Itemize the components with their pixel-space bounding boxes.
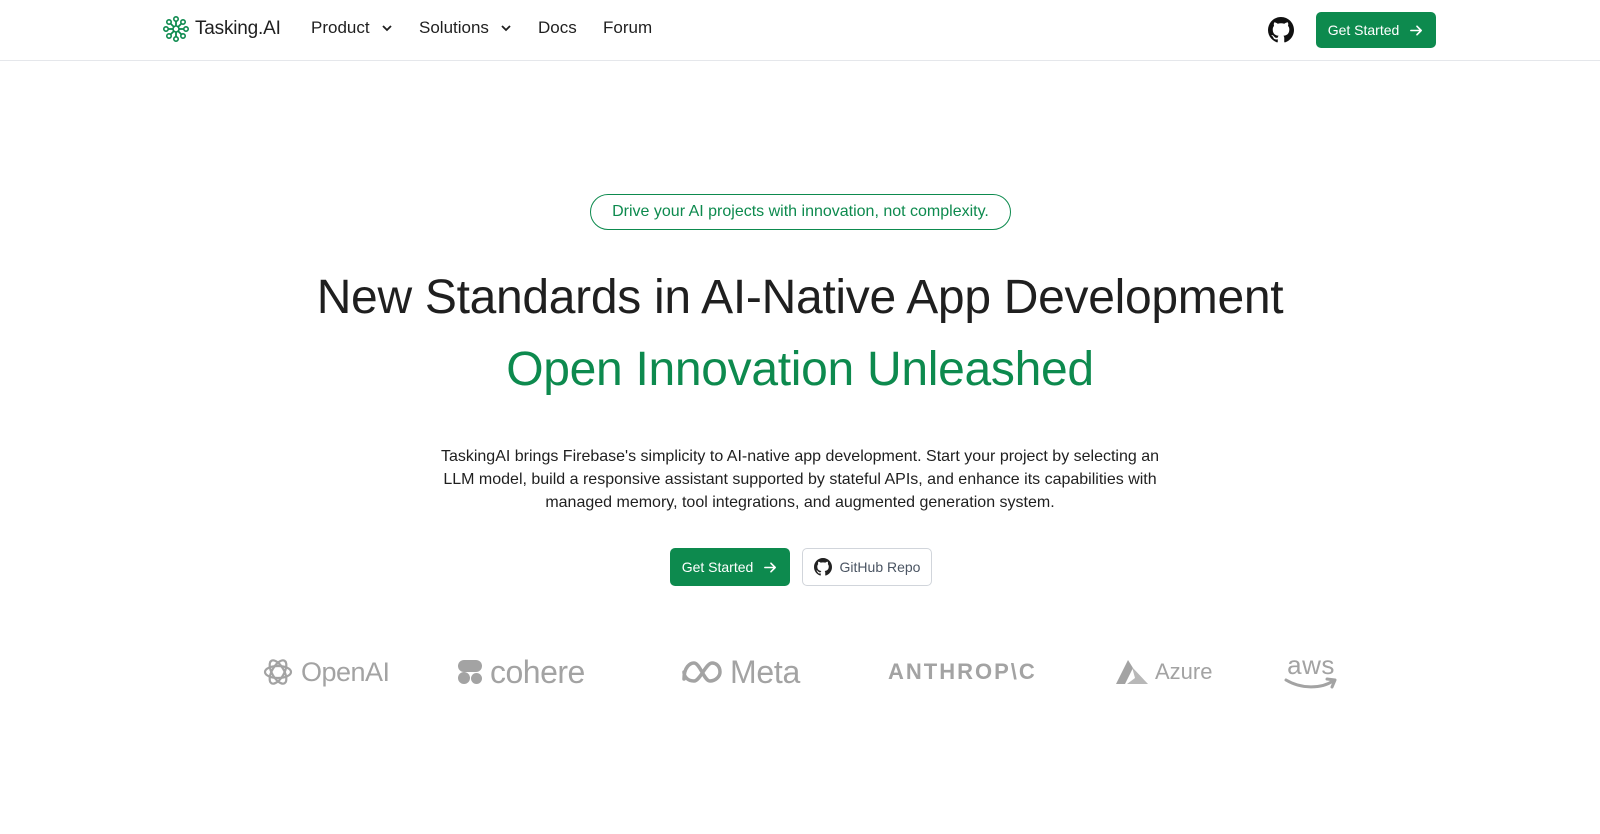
partner-logos: OpenAI cohere Meta ANTHROP\C Azure aws bbox=[0, 650, 1600, 694]
azure-logo: Azure bbox=[1115, 650, 1212, 694]
aws-smile-icon bbox=[1284, 677, 1337, 689]
github-repo-label: GitHub Repo bbox=[839, 559, 921, 575]
nav-forum[interactable]: Forum bbox=[603, 18, 652, 38]
meta-name: Meta bbox=[730, 653, 800, 690]
openai-icon bbox=[263, 659, 293, 685]
aws-logo: aws bbox=[1283, 650, 1339, 694]
cohere-icon bbox=[458, 660, 482, 684]
nav-solutions[interactable]: Solutions bbox=[419, 18, 513, 38]
chevron-down-icon bbox=[501, 25, 511, 32]
cohere-name: cohere bbox=[490, 653, 585, 690]
nav-solutions-label: Solutions bbox=[419, 18, 489, 37]
meta-infinity-icon bbox=[682, 661, 722, 683]
tasking-logo-icon bbox=[163, 16, 189, 42]
anthropic-logo: ANTHROP\C bbox=[888, 650, 1037, 694]
hero-description: TaskingAI brings Firebase's simplicity t… bbox=[440, 448, 1160, 511]
get-started-nav-label: Get Started bbox=[1327, 22, 1400, 38]
brand-link[interactable]: Tasking.AI bbox=[163, 16, 281, 42]
get-started-button[interactable]: Get Started bbox=[670, 548, 790, 586]
brand-name: Tasking.AI bbox=[195, 18, 281, 39]
openai-name: OpenAI bbox=[301, 656, 390, 687]
arrow-right-icon bbox=[1410, 24, 1423, 36]
aws-name: aws bbox=[1287, 650, 1335, 680]
github-repo-button[interactable]: GitHub Repo bbox=[802, 548, 932, 586]
meta-logo: Meta bbox=[680, 650, 800, 694]
nav-forum-label: Forum bbox=[603, 18, 653, 37]
get-started-label: Get Started bbox=[681, 559, 754, 575]
nav-product[interactable]: Product bbox=[311, 18, 394, 38]
azure-icon bbox=[1116, 660, 1148, 684]
nav-docs[interactable]: Docs bbox=[538, 18, 577, 38]
hero-badge: Drive your AI projects with innovation, … bbox=[590, 194, 1011, 230]
azure-name: Azure bbox=[1155, 659, 1213, 684]
github-icon bbox=[813, 558, 832, 576]
cohere-logo: cohere bbox=[456, 650, 585, 694]
get-started-nav-button[interactable]: Get Started bbox=[1316, 12, 1436, 48]
hero-title: New Standards in AI-Native App Developme… bbox=[316, 271, 1284, 324]
nav-docs-label: Docs bbox=[538, 18, 577, 37]
top-navbar: Tasking.AI Product Solutions Docs Forum … bbox=[0, 0, 1600, 61]
arrow-right-icon bbox=[764, 561, 777, 573]
github-icon bbox=[1268, 17, 1294, 43]
chevron-down-icon bbox=[381, 25, 392, 32]
github-link[interactable] bbox=[1268, 17, 1294, 48]
anthropic-name: ANTHROP\C bbox=[888, 659, 1037, 684]
nav-product-label: Product bbox=[311, 18, 370, 37]
openai-logo: OpenAI bbox=[261, 650, 390, 694]
hero-subtitle: Open Innovation Unleashed bbox=[506, 343, 1094, 396]
